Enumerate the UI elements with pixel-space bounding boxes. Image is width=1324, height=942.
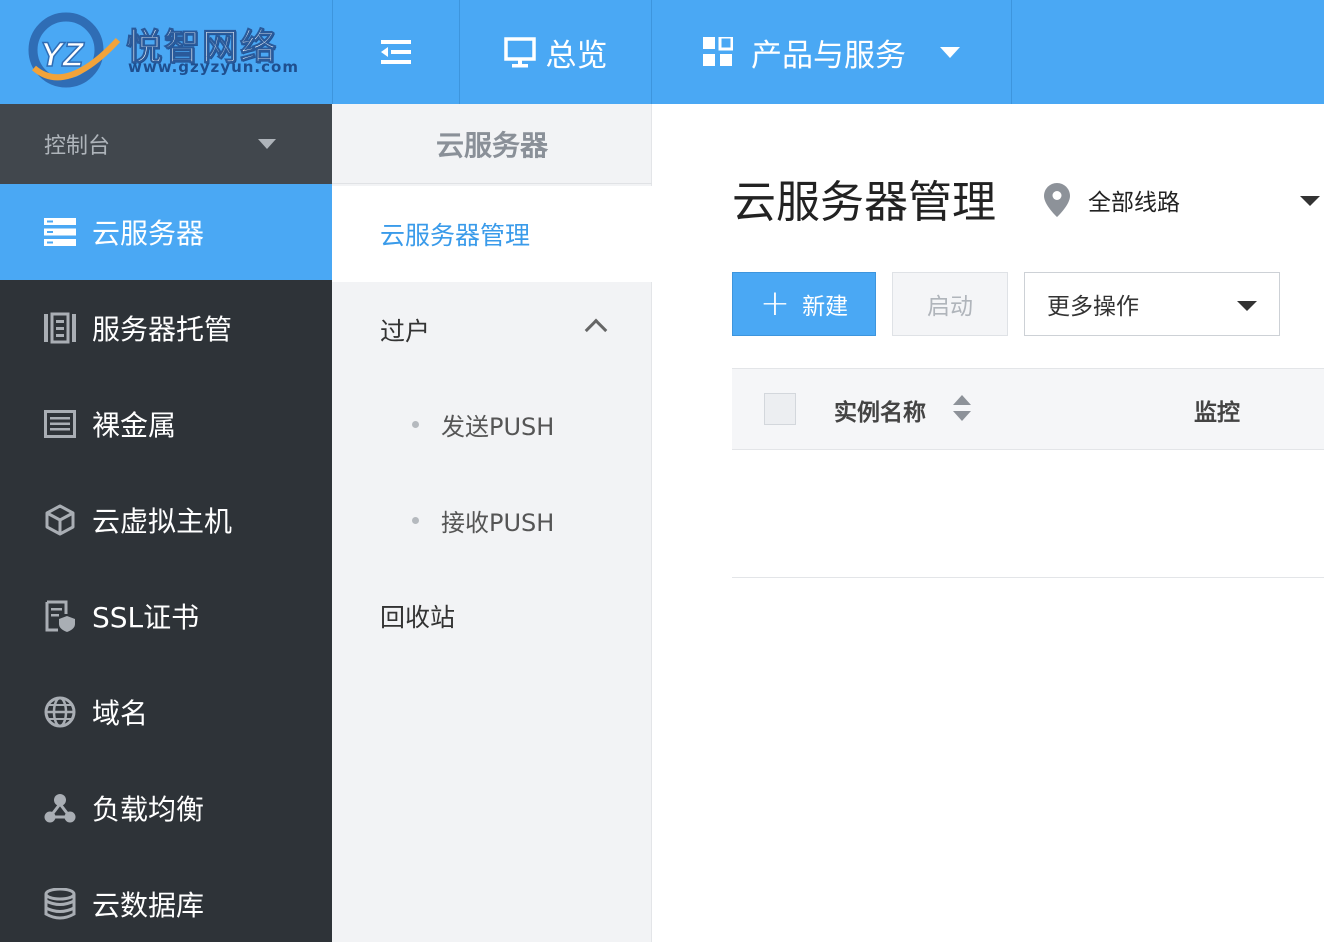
- brand-url: www.gzyzyun.com: [128, 58, 299, 76]
- nav-products-dropdown[interactable]: 产品与服务: [651, 0, 1011, 104]
- sub-sidebar: 云服务器 云服务器管理 过户 发送PUSH 接收PUSH 回收站: [332, 104, 653, 942]
- sort-icon[interactable]: [950, 393, 974, 423]
- cube-icon: [44, 504, 76, 536]
- main-content: 云服务器管理 全部线路 + 新建 启动 更多操作 实例名称 监控: [652, 104, 1324, 942]
- rack-icon: [44, 312, 76, 344]
- sidebar-item-label: 裸金属: [92, 409, 177, 442]
- list-box-icon: [44, 408, 76, 440]
- bullet-dot-icon: [412, 420, 419, 428]
- sidebar-item-cloud-server[interactable]: 云服务器: [0, 184, 332, 280]
- sidebar-item-label: 服务器托管: [92, 313, 233, 346]
- column-header-instance-name[interactable]: 实例名称: [834, 393, 926, 427]
- menu-toggle-button[interactable]: [332, 0, 459, 104]
- sidebar-item-domain[interactable]: 域名: [0, 664, 332, 760]
- sidebar-item-label: 域名: [92, 697, 149, 730]
- subnav-item-label: 云服务器管理: [380, 221, 531, 250]
- top-bar: YZ 悦智网络 www.gzyzyun.com 总览 产品与服务: [0, 0, 1324, 104]
- chevron-down-icon: [1300, 196, 1320, 206]
- sub-sidebar-title: 云服务器: [332, 104, 652, 184]
- sidebar-item-bare-metal[interactable]: 裸金属: [0, 376, 332, 472]
- chevron-down-icon: [258, 139, 276, 149]
- grid-icon: [703, 37, 733, 66]
- sidebar-item-label: 云虚拟主机: [92, 505, 233, 538]
- brand-logo[interactable]: YZ 悦智网络 www.gzyzyun.com: [0, 0, 332, 104]
- subnav-item-server-management[interactable]: 云服务器管理: [332, 186, 653, 282]
- console-dropdown[interactable]: 控制台: [0, 104, 332, 184]
- sidebar-item-label: 云数据库: [92, 889, 205, 922]
- sidebar-item-label: 云服务器: [92, 217, 205, 250]
- select-all-checkbox[interactable]: [764, 393, 796, 425]
- svg-text:YZ: YZ: [40, 36, 85, 74]
- subnav-item-send-push[interactable]: 发送PUSH: [332, 376, 652, 472]
- globe-icon: [44, 696, 76, 728]
- main-sidebar: 控制台 云服务器 服务器托管 裸金属 云虚拟主机 SSL证书 域名 负载均衡 云…: [0, 104, 332, 942]
- page-title: 云服务器管理: [732, 177, 996, 228]
- monitor-icon: [503, 37, 536, 68]
- subnav-item-label: 发送PUSH: [441, 412, 555, 441]
- top-bar-spacer: [1011, 0, 1324, 104]
- server-stack-icon: [44, 216, 76, 248]
- sidebar-item-server-hosting[interactable]: 服务器托管: [0, 280, 332, 376]
- nav-products-label: 产品与服务: [751, 37, 906, 74]
- certificate-icon: [44, 600, 76, 632]
- location-pin-icon: [1044, 183, 1070, 217]
- region-select[interactable]: 全部线路: [1044, 180, 1324, 220]
- chevron-down-icon: [940, 46, 960, 58]
- console-label: 控制台: [44, 134, 111, 159]
- subnav-item-label: 接收PUSH: [441, 508, 555, 537]
- subnav-item-receive-push[interactable]: 接收PUSH: [332, 472, 652, 568]
- region-select-value: 全部线路: [1088, 190, 1180, 216]
- sidebar-item-virtual-host[interactable]: 云虚拟主机: [0, 472, 332, 568]
- sidebar-item-database[interactable]: 云数据库: [0, 856, 332, 942]
- sidebar-item-load-balancer[interactable]: 负载均衡: [0, 760, 332, 856]
- chevron-up-icon: [584, 318, 608, 342]
- more-actions-label: 更多操作: [1047, 294, 1139, 320]
- nav-overview[interactable]: 总览: [459, 0, 651, 104]
- subnav-item-recycle-bin[interactable]: 回收站: [332, 568, 652, 664]
- brand-logo-icon: YZ: [28, 12, 121, 88]
- plus-icon: +: [759, 283, 791, 324]
- more-actions-dropdown[interactable]: 更多操作: [1024, 272, 1280, 336]
- chevron-down-icon: [1237, 301, 1257, 311]
- table-body-empty: [732, 450, 1324, 578]
- database-icon: [44, 888, 76, 920]
- column-header-monitor: 监控: [1194, 400, 1240, 426]
- sidebar-item-ssl[interactable]: SSL证书: [0, 568, 332, 664]
- subnav-item-label: 回收站: [380, 603, 456, 632]
- new-instance-button[interactable]: + 新建: [732, 272, 876, 336]
- new-button-label: 新建: [802, 294, 849, 320]
- table-header: 实例名称 监控: [732, 368, 1324, 450]
- network-node-icon: [44, 792, 76, 824]
- bullet-dot-icon: [412, 516, 419, 524]
- menu-collapse-icon: [381, 40, 411, 64]
- sidebar-item-label: SSL证书: [92, 601, 200, 634]
- sidebar-item-label: 负载均衡: [92, 793, 205, 826]
- start-button[interactable]: 启动: [892, 272, 1008, 336]
- subnav-item-transfer[interactable]: 过户: [332, 282, 652, 378]
- start-button-label: 启动: [927, 294, 973, 320]
- subnav-item-label: 过户: [380, 317, 431, 346]
- nav-overview-label: 总览: [545, 37, 608, 74]
